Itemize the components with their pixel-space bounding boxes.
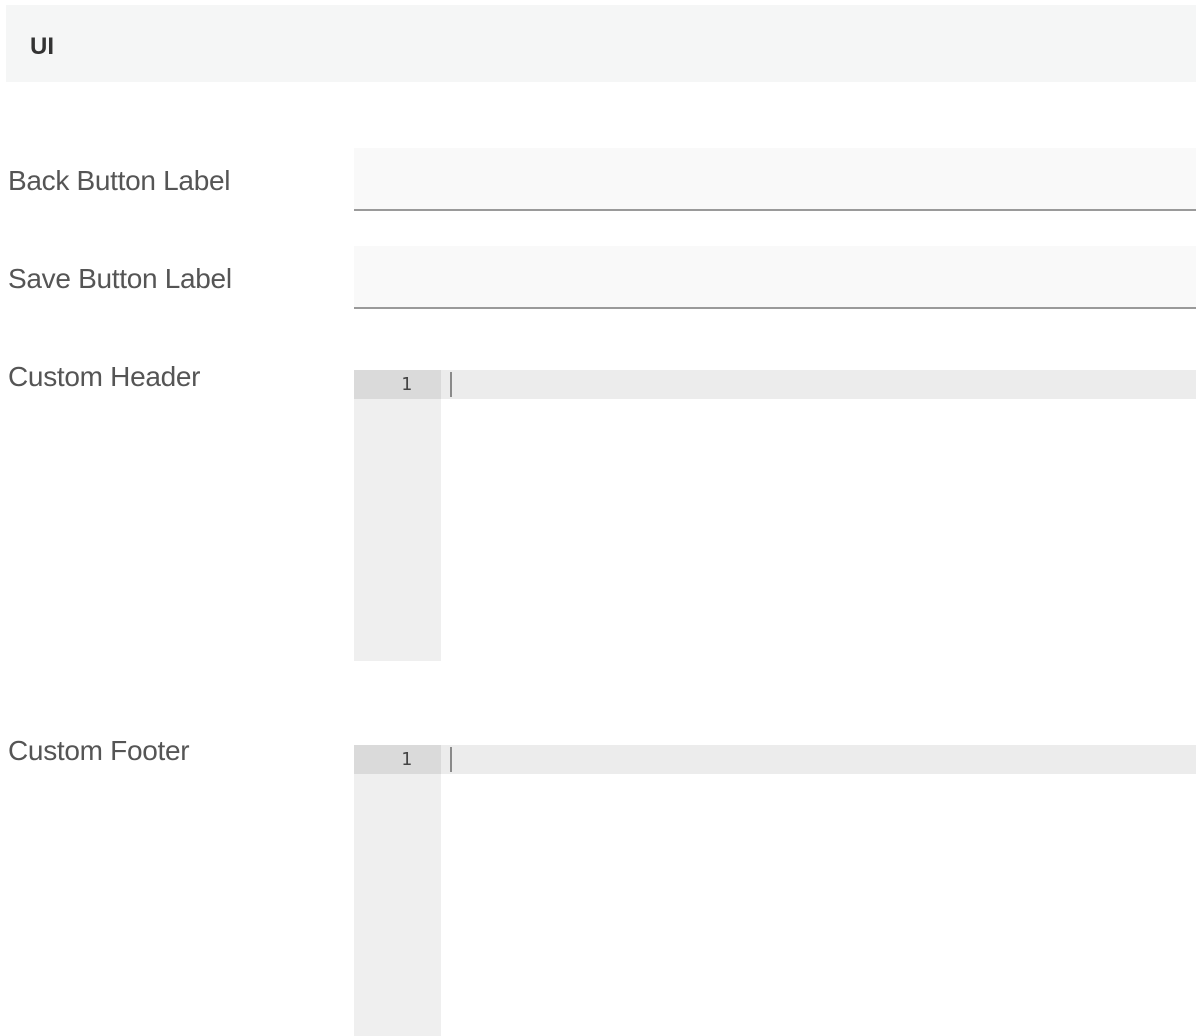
line-number-gutter [354,745,441,1036]
custom-footer-label: Custom Footer [8,735,190,766]
active-line-highlight [441,745,1196,774]
line-number: 1 [401,749,412,770]
custom-header-label: Custom Header [8,361,201,392]
line-number-gutter [354,370,441,661]
text-cursor [450,747,452,772]
custom-footer-code-editor[interactable]: 1 [354,745,1196,1036]
text-cursor [450,372,452,397]
back-button-label-input[interactable] [354,148,1196,211]
back-button-label-label: Back Button Label [8,165,231,196]
active-line-highlight [441,370,1196,399]
section-title: UI [30,33,54,60]
custom-header-code-editor[interactable]: 1 [354,370,1196,661]
line-number: 1 [401,374,412,395]
save-button-label-label: Save Button Label [8,263,232,294]
save-button-label-input[interactable] [354,246,1196,309]
section-header: UI [6,5,1196,82]
